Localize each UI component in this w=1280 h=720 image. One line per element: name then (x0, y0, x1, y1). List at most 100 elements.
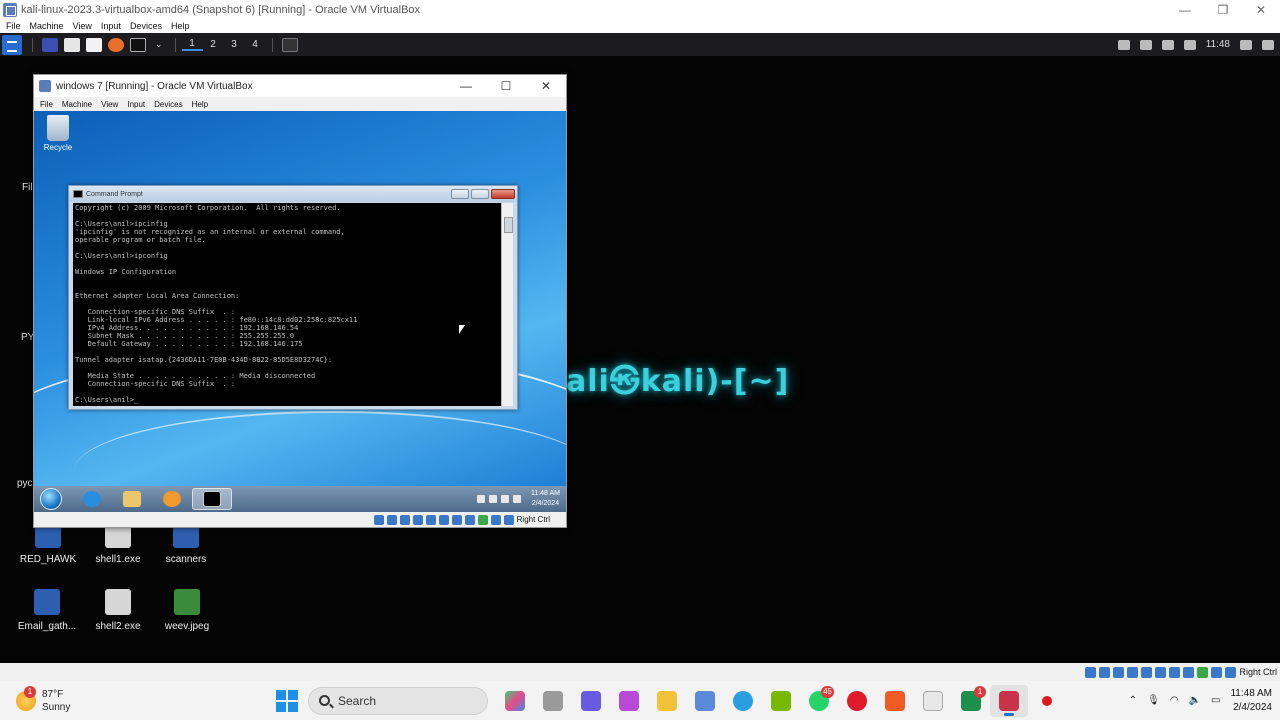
taskbar-explorer[interactable] (112, 488, 152, 510)
battery-icon[interactable] (1183, 39, 1196, 50)
notification-bell-icon[interactable] (1161, 39, 1174, 50)
taskbar-telegram[interactable] (724, 685, 762, 717)
hard-disk-icon[interactable] (373, 514, 384, 525)
close-button[interactable]: ✕ (1242, 3, 1280, 17)
menu-view[interactable]: View (101, 100, 118, 109)
mouse-integration-icon[interactable] (490, 514, 501, 525)
kali-clock[interactable]: 11:48 (1206, 39, 1230, 50)
taskbar-excel[interactable]: 1 (952, 685, 990, 717)
flag-icon[interactable] (488, 495, 497, 503)
kali-menu-icon[interactable] (2, 34, 22, 55)
menu-help[interactable]: Help (171, 21, 190, 31)
cmd-output[interactable]: Copyright (c) 2009 Microsoft Corporation… (73, 203, 503, 406)
menu-machine[interactable]: Machine (62, 100, 92, 109)
menu-file[interactable]: File (40, 100, 53, 109)
chevron-down-icon[interactable]: ⌄ (155, 39, 163, 50)
firefox-icon[interactable] (108, 37, 124, 52)
menu-input[interactable]: Input (127, 100, 145, 109)
recording-icon[interactable] (464, 514, 475, 525)
workspace-3[interactable]: 3 (224, 39, 245, 50)
close-button[interactable]: ✕ (526, 79, 566, 93)
desktop-icon-email-gath[interactable]: Email_gath... (12, 589, 82, 632)
workspace-1[interactable]: 1 (181, 38, 203, 51)
shared-folders-icon[interactable] (438, 514, 449, 525)
start-orb-icon[interactable] (40, 488, 62, 510)
wifi-icon[interactable]: ◠ (1170, 695, 1179, 706)
taskbar-teams[interactable] (572, 685, 610, 717)
minimize-button[interactable]: — (446, 79, 486, 93)
action-center-icon[interactable] (476, 495, 485, 503)
optical-drive-icon[interactable] (386, 514, 397, 525)
microphone-icon[interactable]: 🎙 (1147, 695, 1160, 706)
workspace-4[interactable]: 4 (245, 39, 266, 50)
display-icon[interactable] (1117, 39, 1130, 50)
shared-folders-icon[interactable] (1155, 666, 1167, 678)
text-editor-icon[interactable] (86, 37, 102, 52)
win11-clock[interactable]: 11:48 AM 2/4/2024 (1230, 687, 1272, 715)
maximize-button[interactable]: ☐ (486, 79, 526, 93)
workspace-2[interactable]: 2 (203, 39, 224, 50)
taskbar-photos[interactable] (610, 685, 648, 717)
terminal-icon[interactable] (130, 37, 146, 52)
desktop-icon-scanners[interactable]: scanners (151, 522, 221, 565)
audio-icon[interactable] (1113, 666, 1125, 678)
menu-machine[interactable]: Machine (30, 21, 64, 31)
taskbar-whatsapp[interactable]: 45 (800, 685, 838, 717)
taskbar-store[interactable] (686, 685, 724, 717)
desktop-icon-weev[interactable]: weev.jpeg (152, 589, 222, 632)
desktop-icon-red-hawk[interactable]: RED_HAWK (13, 522, 83, 565)
file-manager-icon[interactable] (64, 37, 80, 52)
taskbar-opera[interactable] (838, 685, 876, 717)
menu-file[interactable]: File (6, 21, 21, 31)
desktop-icon-shell1[interactable]: shell1.exe (83, 522, 153, 565)
menu-devices[interactable]: Devices (154, 100, 182, 109)
network-icon[interactable] (500, 495, 509, 503)
menu-help[interactable]: Help (192, 100, 208, 109)
usb-icon[interactable] (1141, 666, 1153, 678)
taskbar-task-view[interactable] (534, 685, 572, 717)
minimize-button[interactable] (451, 189, 469, 199)
win7-clock[interactable]: 11:48 AM 2/4/2024 (531, 489, 560, 509)
optical-drive-icon[interactable] (1099, 666, 1111, 678)
weather-widget[interactable]: 1 87°F Sunny (16, 685, 256, 714)
power-icon[interactable] (1262, 39, 1274, 50)
hard-disk-icon[interactable] (1085, 666, 1097, 678)
menu-devices[interactable]: Devices (130, 21, 162, 31)
maximize-button[interactable] (471, 189, 489, 199)
cpu-icon[interactable] (477, 514, 488, 525)
taskbar-search[interactable]: Search (308, 686, 488, 715)
close-button[interactable] (491, 189, 515, 199)
taskbar-internet-explorer[interactable] (72, 488, 112, 510)
taskbar-brave[interactable] (876, 685, 914, 717)
mouse-integration-icon[interactable] (1211, 666, 1223, 678)
display-icon[interactable] (451, 514, 462, 525)
recording-icon[interactable] (1183, 666, 1195, 678)
cpu-icon[interactable] (1197, 666, 1209, 678)
show-desktop-icon[interactable] (42, 37, 58, 52)
display-icon[interactable] (1169, 666, 1181, 678)
volume-icon[interactable] (1139, 39, 1152, 50)
volume-icon[interactable] (512, 495, 521, 503)
battery-icon[interactable]: ▭ (1211, 695, 1220, 706)
menu-view[interactable]: View (73, 21, 92, 31)
chevron-up-icon[interactable]: ⌃ (1129, 695, 1137, 706)
window-icon[interactable] (281, 37, 298, 52)
scrollbar[interactable] (501, 203, 513, 406)
desktop-icon-recycle-bin[interactable]: Recycle (38, 115, 78, 152)
usb-icon[interactable] (425, 514, 436, 525)
audio-icon[interactable] (399, 514, 410, 525)
menu-input[interactable]: Input (101, 21, 121, 31)
network-icon[interactable] (412, 514, 423, 525)
guest-vm-window[interactable]: windows 7 [Running] - Oracle VM VirtualB… (33, 74, 567, 528)
taskbar-widgets[interactable] (496, 685, 534, 717)
start-button[interactable] (276, 689, 298, 712)
lock-icon[interactable] (1240, 39, 1252, 50)
taskbar-recording[interactable] (1028, 685, 1066, 717)
taskbar-media-player[interactable] (152, 488, 192, 510)
taskbar-command-prompt[interactable] (192, 488, 232, 510)
restore-button[interactable]: ❐ (1204, 3, 1242, 17)
taskbar-file-explorer[interactable] (648, 685, 686, 717)
command-prompt-window[interactable]: Command Prompt Copyright (c) 2009 Micros… (68, 185, 518, 410)
taskbar-notes[interactable] (914, 685, 952, 717)
taskbar-nvidia[interactable] (762, 685, 800, 717)
